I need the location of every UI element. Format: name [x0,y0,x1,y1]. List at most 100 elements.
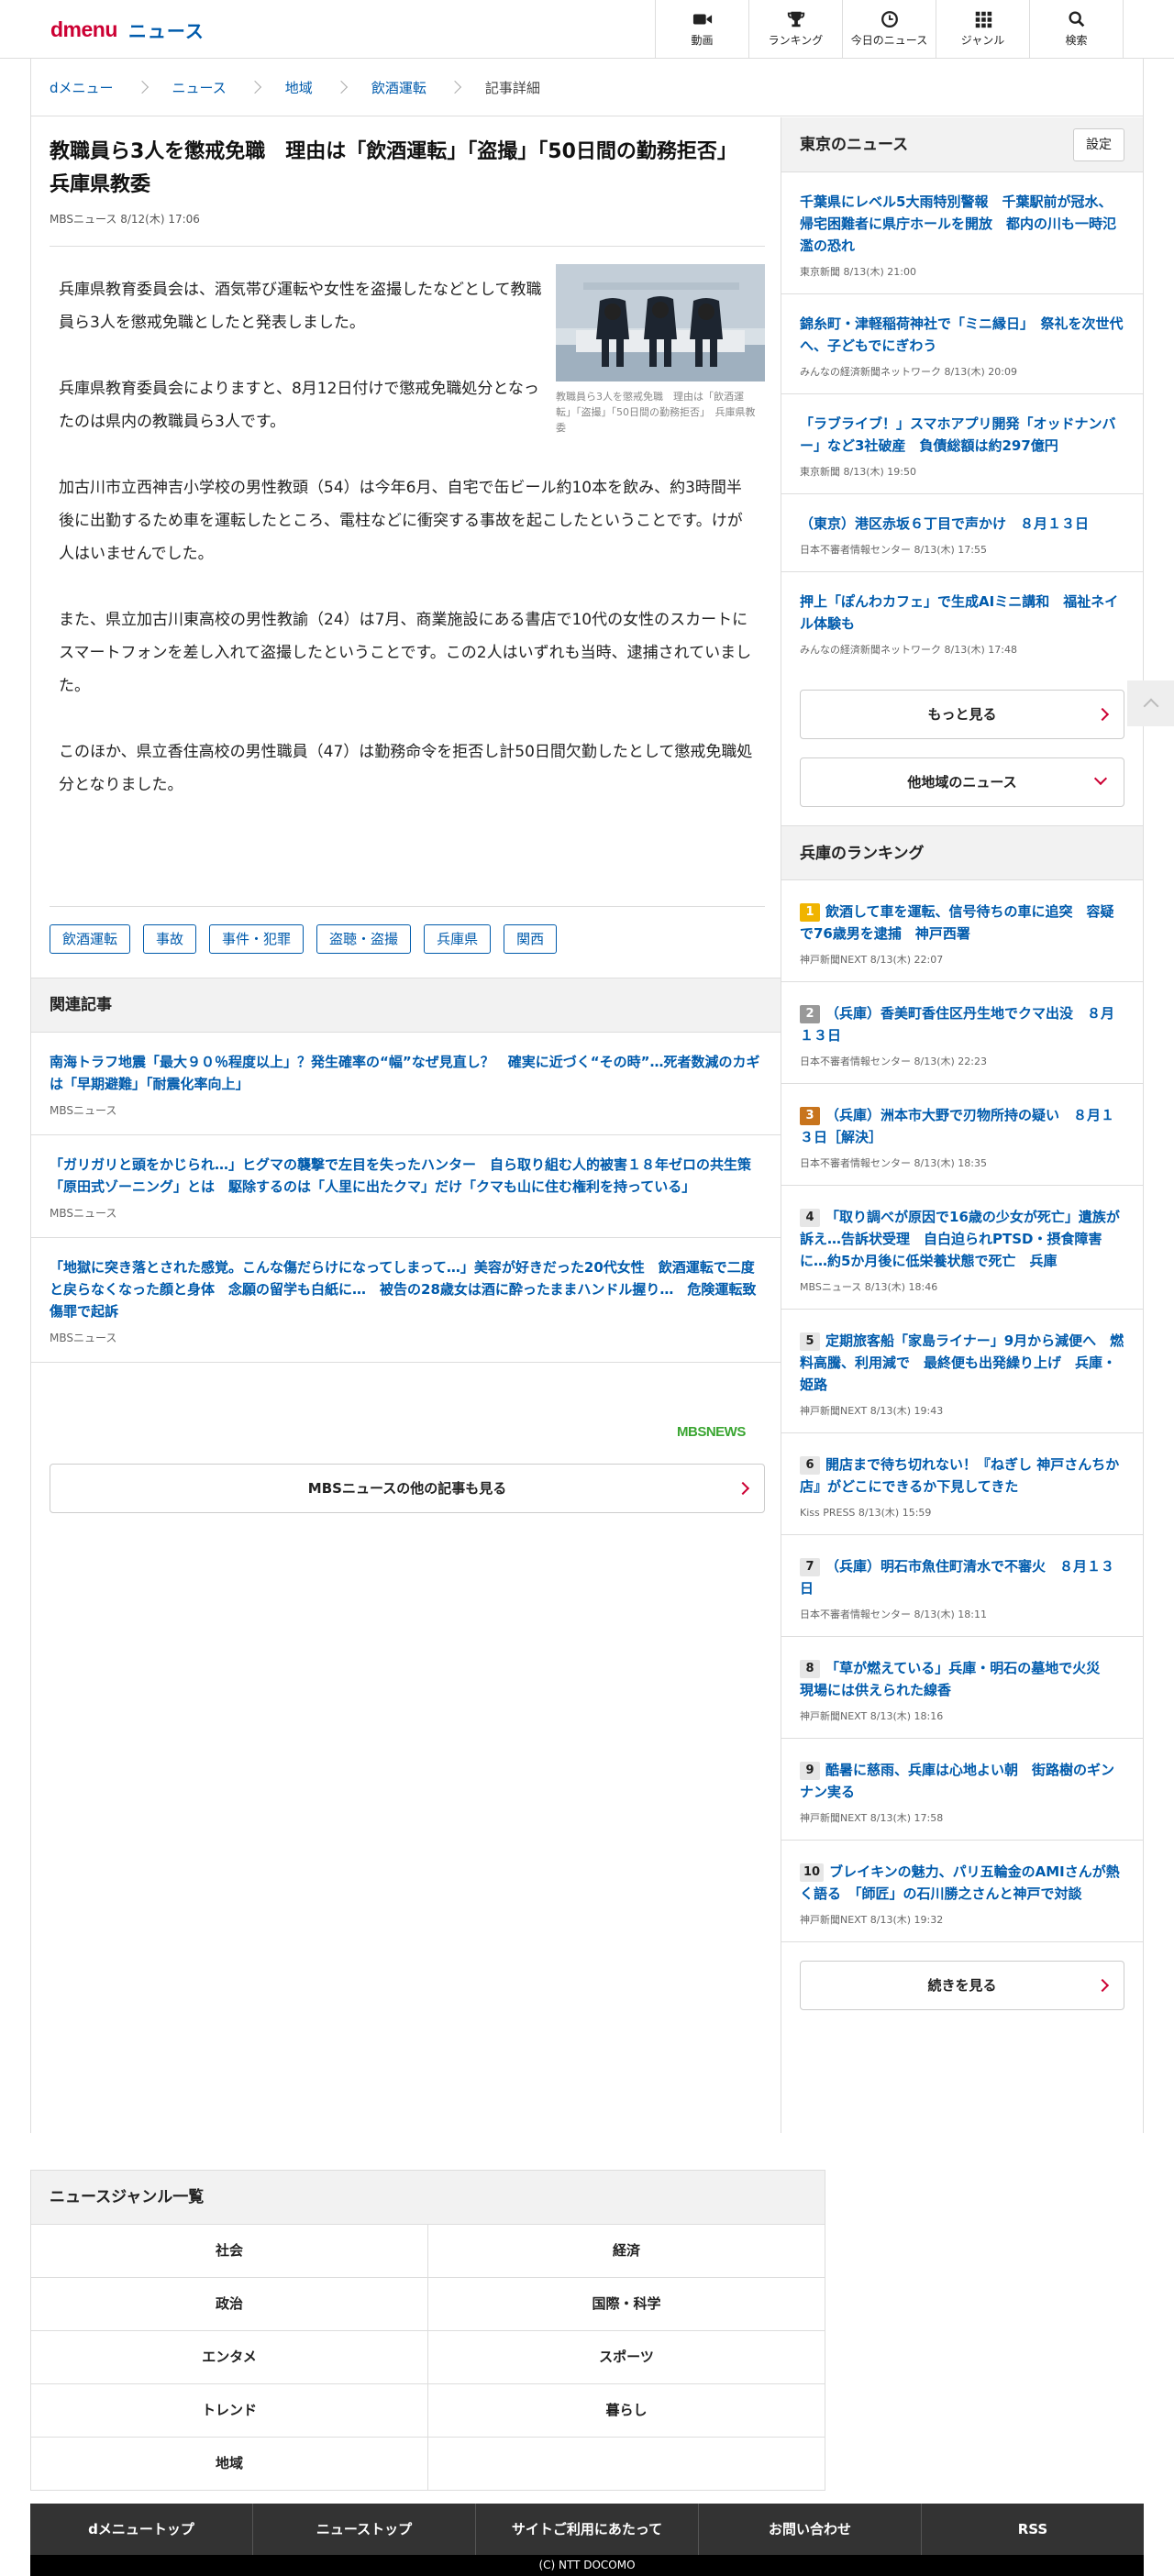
chevron-right-icon [1095,1978,1110,1993]
rank-badge: 1 [800,903,820,922]
tokyo-news-item[interactable]: 錦糸町・津軽稲荷神社で「ミニ縁日」 祭礼を次世代へ、子どもでにぎわう みんなの経… [781,294,1143,394]
rank-badge: 3 [800,1107,820,1125]
ranking-item-source: Kiss PRESS 8/13(木) 15:59 [800,1507,932,1519]
tokyo-news-item[interactable]: （東京）港区赤坂６丁目で声かけ ８月１３日 日本不審者情報センター 8/13(木… [781,494,1143,572]
more-mbs-articles-label: MBSニュースの他の記事も見る [307,1480,507,1497]
ranking-item[interactable]: 10 ブレイキンの魅力、パリ五輪金のAMIさんが熱く語る 「師匠」の石川勝之さんと… [781,1841,1143,1942]
related-article-source: MBSニュース [50,1332,117,1344]
breadcrumb-current: 記事詳細 [484,79,540,96]
ranking-item[interactable]: 1 飲酒して車を運転、信号待ちの車に追突 容疑で76歳男を逮捕 神戸西署 神戸新聞… [781,880,1143,982]
ranking-item[interactable]: 6 開店まで待ち切れない！『ねぎし 神戸さんちか店』がどこにできるか下見してきた … [781,1433,1143,1535]
article-title: 教職員ら3人を懲戒免職 理由は「飲酒運転」「盗撮」「50日間の勤務拒否」 兵庫県… [50,140,748,196]
genre-lifestyle[interactable]: 暮らし [428,2384,825,2438]
ranking-title-text: 定期旅客船「家島ライナー」9月から減便へ 燃料高騰、利用減で 最終便も出発繰り上… [800,1332,1124,1393]
ranking-item-source: 神戸新聞NEXT 8/13(木) 19:32 [800,1914,944,1926]
related-articles-heading: 関連記事 [31,978,781,1033]
dmenu-logo-text: dmenu [50,17,117,41]
related-article-item[interactable]: 「地獄に突き落とされた感覚。こんな傷だらけになってしまって…」美容が好きだった2… [31,1238,781,1363]
rank-badge: 7 [800,1558,820,1576]
ranking-item-source: 神戸新聞NEXT 8/13(木) 18:16 [800,1710,944,1722]
breadcrumb-drunk-driving[interactable]: 飲酒運転 [371,78,426,97]
article-paragraph: 兵庫県教育委員会は、酒気帯び運転や女性を盗撮したなどとして教職員ら3人を懲戒免職… [59,281,542,332]
genre-politics[interactable]: 政治 [31,2278,428,2331]
site-logo[interactable]: dmenu ニュース [50,17,205,42]
rank-badge: 10 [800,1863,825,1882]
tokyo-news-title: 「ラブライブ！」スマホアプリ開発「オッドナンバー」など3社破産 負債総額は約29… [800,415,1116,454]
breadcrumb-region[interactable]: 地域 [285,78,313,97]
ranking-item-source: 日本不審者情報センター 8/13(木) 18:35 [800,1157,987,1169]
chevron-right-icon [448,80,461,94]
genre-region[interactable]: 地域 [31,2438,428,2491]
footer-news-top-link[interactable]: ニューストップ [253,2504,476,2555]
article-paragraph: このほか、県立香住高校の男性職員（47）は勤務命令を拒否し計50日間欠勤したとし… [59,743,753,794]
tokyo-news-title: （東京）港区赤坂６丁目で声かけ ８月１３日 [800,515,1090,532]
nav-genre[interactable]: ジャンル [936,0,1030,58]
ranking-item-title: 4 「取り調べが原因で16歳の少女が死亡」遺族が訴え…告訴状受理 自白迫られPTS… [800,1206,1124,1272]
region-setting-button[interactable]: 設定 [1073,128,1124,161]
tokyo-news-source: みんなの経済新聞ネットワーク 8/13(木) 17:48 [800,644,1017,656]
rank-badge: 2 [800,1005,820,1023]
ranking-item-title: 10 ブレイキンの魅力、パリ五輪金のAMIさんが熱く語る 「師匠」の石川勝之さんと… [800,1861,1124,1905]
more-tokyo-news-button[interactable]: もっと見る [800,690,1124,739]
more-ranking-button[interactable]: 続きを見る [800,1961,1124,2010]
tag-hyogo[interactable]: 兵庫県 [424,924,492,954]
tokyo-news-source: 東京新聞 8/13(木) 19:50 [800,466,916,478]
news-genre-grid: 社会 経済 政治 国際・科学 エンタメ スポーツ トレンド 暮らし 地域 [30,2225,825,2491]
ranking-item[interactable]: 5 定期旅客船「家島ライナー」9月から減便へ 燃料高騰、利用減で 最終便も出発繰り… [781,1310,1143,1433]
nav-search-label: 検索 [1065,34,1088,47]
nav-ranking[interactable]: ランキング [749,0,843,58]
chevron-right-icon [135,80,149,94]
chevron-right-icon [334,80,348,94]
genre-trend[interactable]: トレンド [31,2384,428,2438]
chevron-right-icon [736,1481,750,1496]
search-icon [1068,11,1084,28]
related-article-title: 「ガリガリと頭をかじられ…」ヒグマの襲撃で左目を失ったハンター 自ら取り組む人的… [50,1156,752,1195]
genre-entertainment[interactable]: エンタメ [31,2331,428,2384]
other-region-news-button[interactable]: 他地域のニュース [800,757,1124,807]
tokyo-news-item[interactable]: 「ラブライブ！」スマホアプリ開発「オッドナンバー」など3社破産 負債総額は約29… [781,394,1143,494]
article-body: 兵庫県教育委員会は、酒気帯び運転や女性を盗撮したなどとして教職員ら3人を懲戒免職… [59,273,756,835]
tokyo-news-heading-label: 東京のニュース [800,136,909,154]
tag-accident[interactable]: 事故 [143,924,197,954]
footer-dmenu-top-link[interactable]: dメニュートップ [30,2504,253,2555]
ranking-item[interactable]: 2 （兵庫）香美町香住区丹生地でクマ出没 ８月１３日 日本不審者情報センター 8/… [781,982,1143,1084]
chevron-right-icon [1095,707,1110,722]
ranking-title-text: （兵庫）香美町香住区丹生地でクマ出没 ８月１３日 [800,1005,1115,1044]
global-nav: 動画 ランキング 今日のニュース ジャンル 検索 [655,0,1124,58]
ranking-item[interactable]: 4 「取り調べが原因で16歳の少女が死亡」遺族が訴え…告訴状受理 自白迫られPTS… [781,1186,1143,1310]
breadcrumb-dmenu[interactable]: dメニュー [50,78,114,97]
footer-terms-link[interactable]: サイトご利用にあたって [476,2504,699,2555]
ranking-item[interactable]: 8 「草が燃えている」兵庫・明石の墓地で火災 現場には供えられた線香 神戸新聞NE… [781,1637,1143,1739]
rank-badge: 5 [800,1332,820,1351]
rank-badge: 6 [800,1456,820,1475]
ranking-item-source: 日本不審者情報センター 8/13(木) 18:11 [800,1609,987,1620]
back-to-top-button[interactable] [1127,680,1174,726]
ranking-item[interactable]: 9 酷暑に慈雨、兵庫は心地よい朝 街路樹のギンナン実る 神戸新聞NEXT 8/13… [781,1739,1143,1841]
ranking-item[interactable]: 3 （兵庫）洲本市大野で刃物所持の疑い ８月１３日［解決］ 日本不審者情報センター… [781,1084,1143,1186]
nav-search[interactable]: 検索 [1030,0,1124,58]
tag-voyeurism[interactable]: 盗聴・盗撮 [316,924,412,954]
tag-crime[interactable]: 事件・犯罪 [209,924,305,954]
nav-video[interactable]: 動画 [656,0,749,58]
related-article-item[interactable]: 「ガリガリと頭をかじられ…」ヒグマの襲撃で左目を失ったハンター 自ら取り組む人的… [31,1135,781,1238]
tokyo-news-item[interactable]: 千葉県にレベル5大雨特別警報 千葉駅前が冠水、帰宅困難者に県庁ホールを開放 都内… [781,172,1143,294]
ranking-item-title: 6 開店まで待ち切れない！『ねぎし 神戸さんちか店』がどこにできるか下見してきた [800,1454,1124,1498]
breadcrumb-news[interactable]: ニュース [172,78,227,97]
genre-economy[interactable]: 経済 [428,2225,825,2278]
divider [50,906,765,907]
ranking-title-text: 開店まで待ち切れない！『ねぎし 神戸さんちか店』がどこにできるか下見してきた [800,1456,1120,1495]
genre-sports[interactable]: スポーツ [428,2331,825,2384]
footer-contact-link[interactable]: お問い合わせ [699,2504,922,2555]
more-mbs-articles-button[interactable]: MBSニュースの他の記事も見る [50,1464,765,1513]
nav-today-news[interactable]: 今日のニュース [843,0,936,58]
ranking-item[interactable]: 7 （兵庫）明石市魚住町清水で不審火 ８月１３日 日本不審者情報センター 8/13… [781,1535,1143,1637]
tag-kansai[interactable]: 関西 [504,924,558,954]
tokyo-news-item[interactable]: 押上「ぽんわカフェ」で生成AIミニ講和 福祉ネイル体験も みんなの経済新聞ネット… [781,572,1143,671]
genre-international-science[interactable]: 国際・科学 [428,2278,825,2331]
site-header: dmenu ニュース 動画 ランキング 今日のニュース ジャンル 検索 [0,0,1174,59]
related-article-item[interactable]: 南海トラフ地震「最大９０％程度以上」？発生確率の“幅”なぜ見直し？ 確実に近づく… [31,1033,781,1135]
tag-drunk-driving[interactable]: 飲酒運転 [50,924,131,954]
footer-rss-link[interactable]: RSS [922,2504,1144,2555]
ranking-item-source: 神戸新聞NEXT 8/13(木) 22:07 [800,954,944,966]
genre-society[interactable]: 社会 [31,2225,428,2278]
